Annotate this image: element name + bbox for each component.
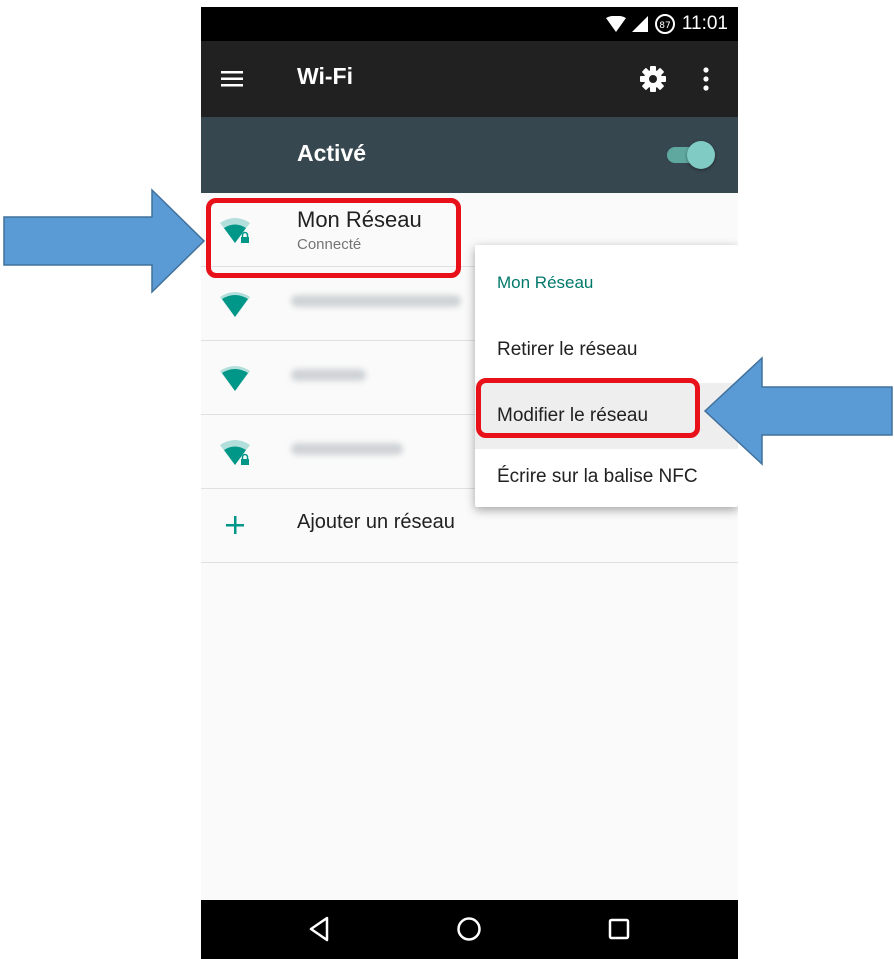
add-network-label: Ajouter un réseau	[297, 511, 455, 533]
menu-item-label: Écrire sur la balise NFC	[497, 466, 698, 487]
network-name-obscured	[291, 295, 461, 307]
network-context-menu: Mon Réseau Retirer le réseau Modifier le…	[475, 245, 738, 507]
status-bar: 87 11:01	[201, 7, 738, 41]
menu-item-label: Retirer le réseau	[497, 339, 638, 360]
back-icon[interactable]	[305, 914, 335, 944]
navigation-bar	[201, 900, 738, 959]
wifi-toggle-switch[interactable]	[667, 141, 715, 169]
menu-item-forget-network[interactable]: Retirer le réseau	[475, 317, 738, 383]
network-name-obscured	[291, 369, 366, 381]
annotation-arrow-left-icon	[703, 356, 893, 466]
more-vert-icon[interactable]	[699, 65, 713, 93]
network-name-obscured	[291, 443, 403, 455]
cell-signal-icon	[631, 16, 648, 32]
home-icon[interactable]	[454, 914, 484, 944]
wifi-signal-icon	[220, 366, 250, 391]
wifi-signal-locked-icon	[220, 440, 250, 465]
annotation-arrow-right-icon	[3, 188, 206, 294]
menu-item-write-nfc-tag[interactable]: Écrire sur la balise NFC	[475, 444, 738, 510]
clock: 11:01	[681, 13, 728, 34]
wifi-master-switch-bar[interactable]: Activé	[201, 117, 738, 193]
battery-saver-icon: 87	[654, 14, 675, 34]
highlight-box-modify	[476, 378, 700, 438]
phone-screen: 87 11:01 Wi-Fi Activé Mon Réseau Connect…	[201, 7, 738, 959]
plus-icon	[226, 516, 244, 534]
recents-icon[interactable]	[604, 914, 634, 944]
wifi-switch-label: Activé	[297, 140, 367, 166]
hamburger-icon[interactable]	[221, 66, 247, 92]
highlight-box-network	[206, 198, 461, 278]
toggle-thumb	[687, 141, 715, 169]
wifi-status-icon	[605, 16, 626, 32]
page-title: Wi-Fi	[297, 63, 353, 89]
gear-icon[interactable]	[639, 65, 667, 93]
wifi-signal-icon	[220, 292, 250, 317]
context-menu-title: Mon Réseau	[497, 273, 594, 292]
svg-text:87: 87	[659, 21, 670, 31]
app-toolbar: Wi-Fi	[201, 41, 738, 117]
